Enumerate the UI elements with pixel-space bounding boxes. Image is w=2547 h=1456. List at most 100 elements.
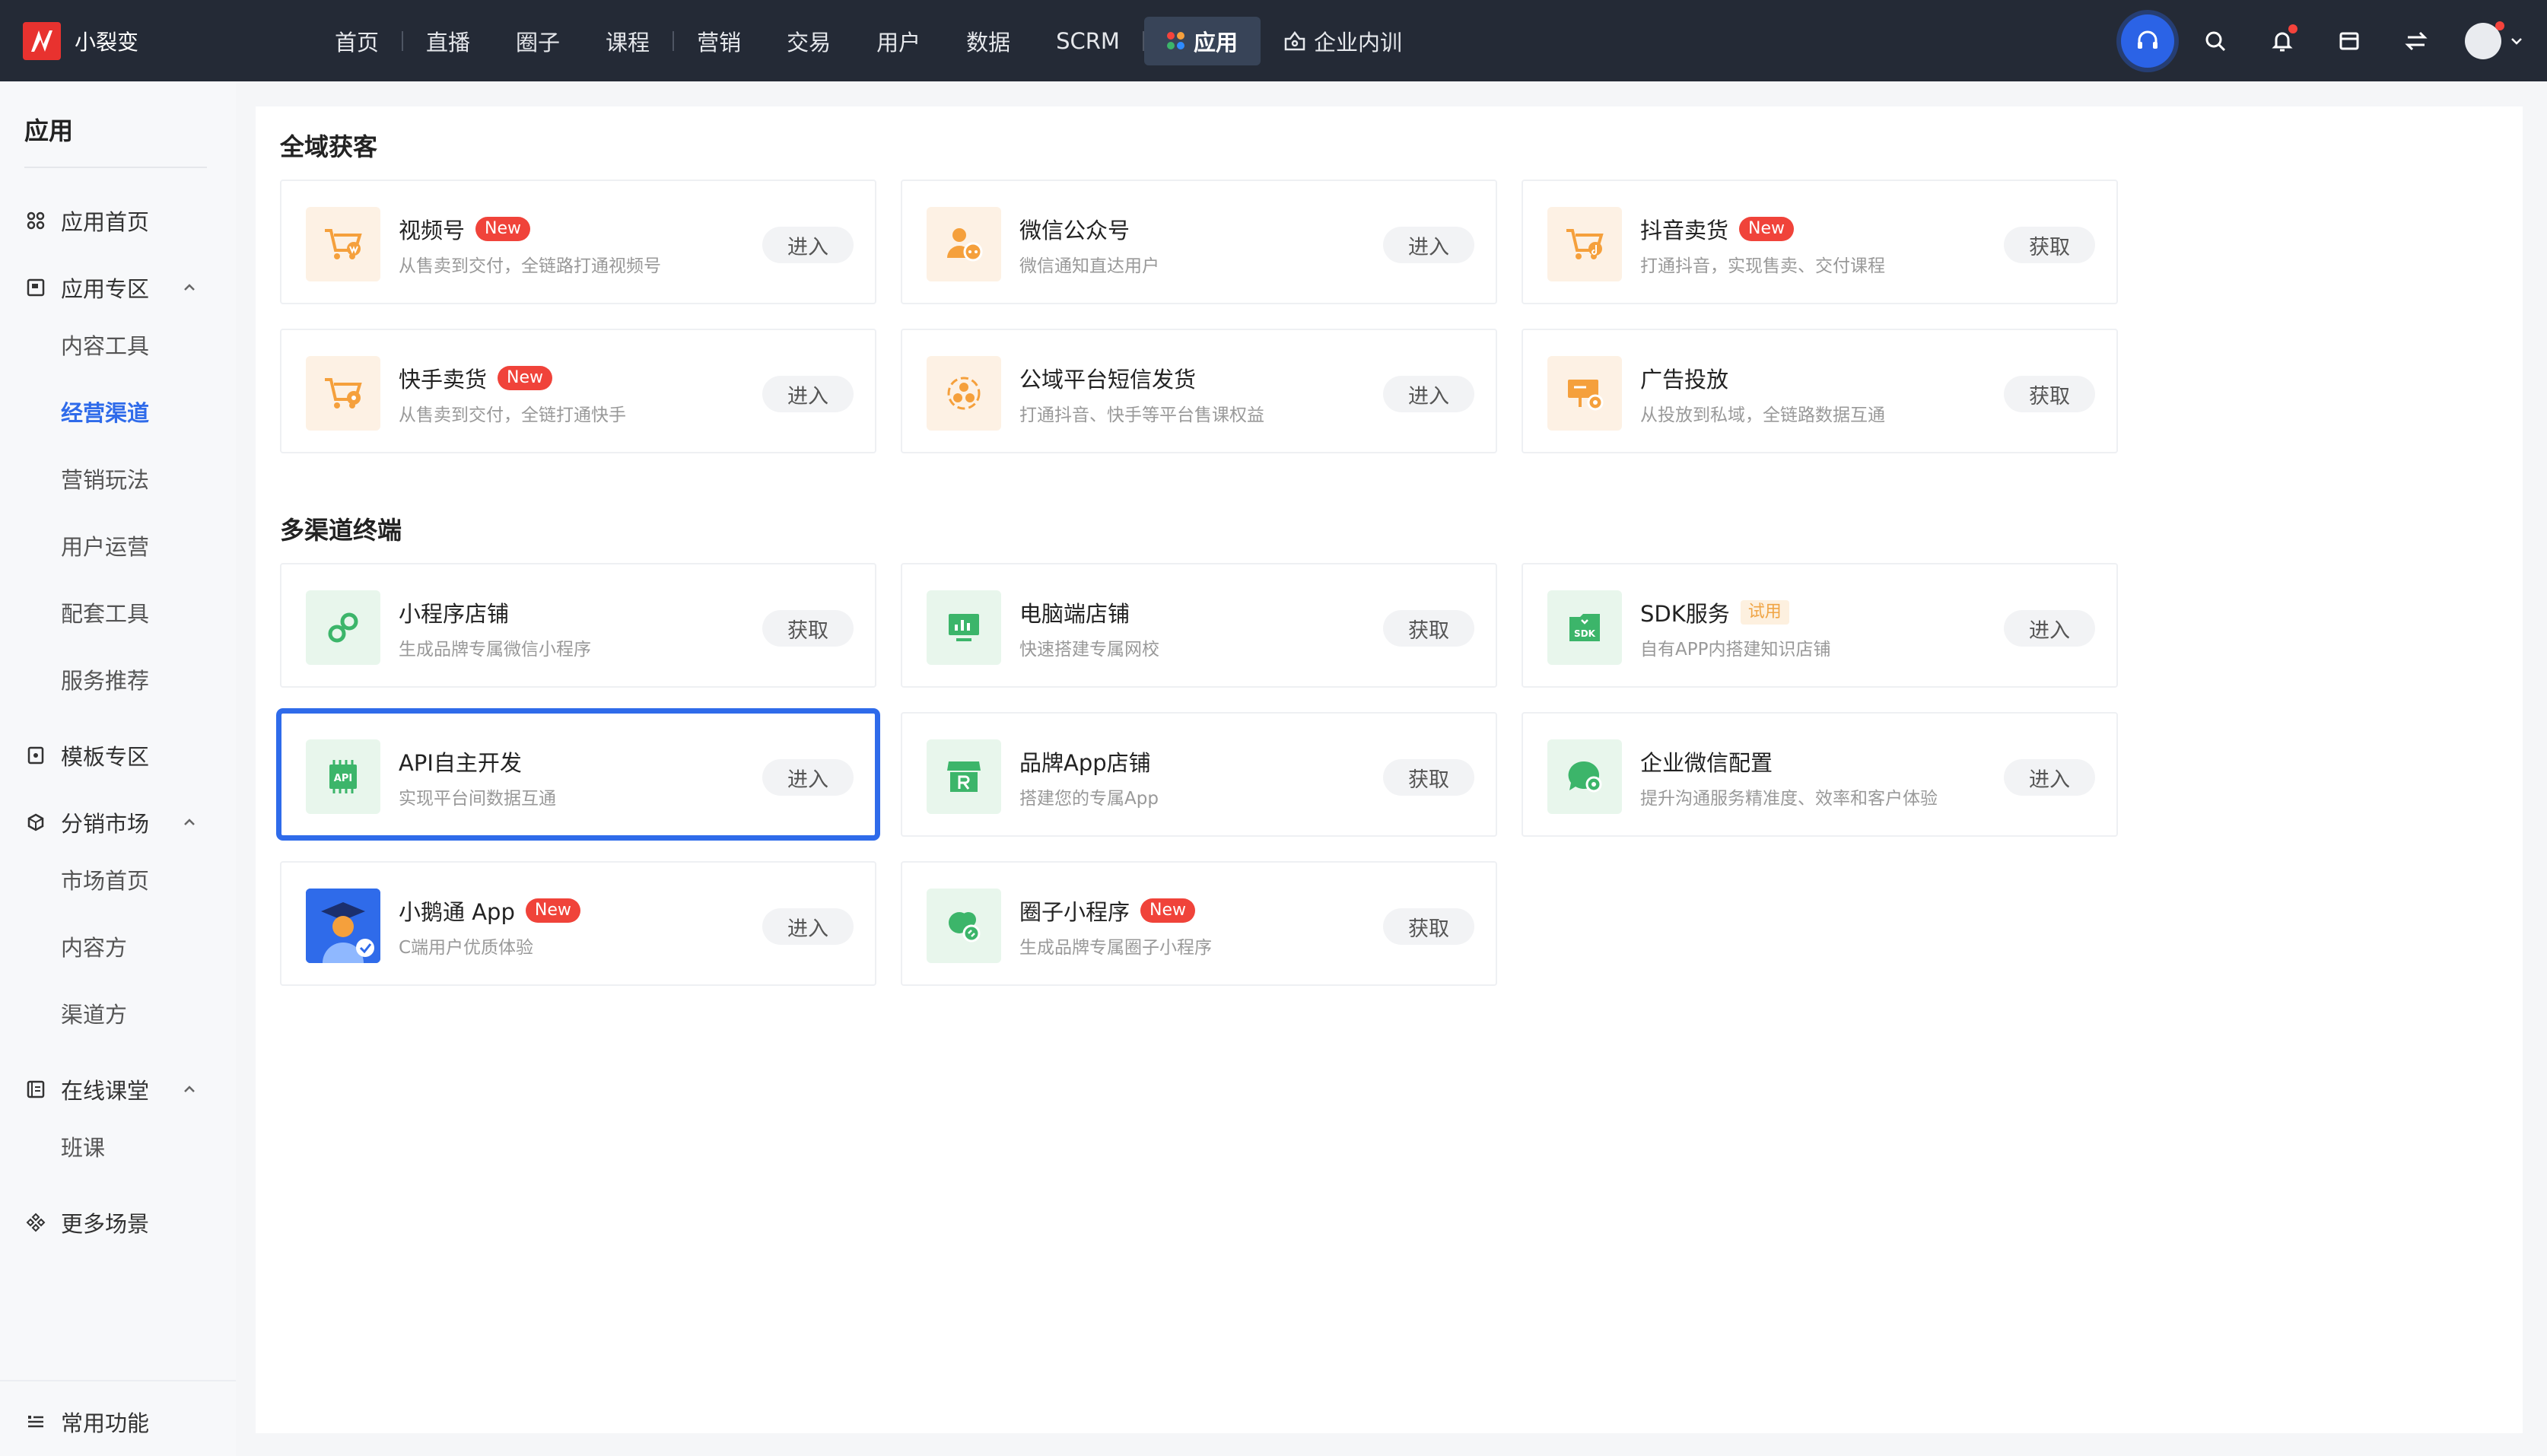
sidebar-sub-marketing-plays[interactable]: 营销玩法 [61, 459, 149, 498]
enter-button[interactable]: 进入 [762, 227, 854, 263]
chevron-up-icon [184, 819, 195, 825]
app-card-wechat-official[interactable]: 微信公众号 微信通知直达用户 进入 [901, 180, 1497, 304]
customer-support-button[interactable] [2121, 14, 2174, 68]
app-card-xiaoetong-app[interactable]: 小鹅通 App New C端用户优质体验 进入 [280, 861, 876, 986]
nav-trade[interactable]: 交易 [764, 17, 854, 65]
enter-button[interactable]: 进入 [762, 759, 854, 796]
app-name-text: 广告投放 [1640, 367, 1729, 393]
app-card-wecom-config[interactable]: 企业微信配置 提升沟通服务精准度、效率和客户体验 进入 [1522, 712, 2118, 837]
sidebar-sub-class[interactable]: 班课 [61, 1127, 105, 1165]
nav-apps[interactable]: 应用 [1143, 16, 1261, 65]
sidebar-sub-content-party[interactable]: 内容方 [61, 927, 127, 965]
shopping-cart-icon [306, 356, 380, 431]
sidebar-sub-channel-party[interactable]: 渠道方 [61, 994, 127, 1032]
sidebar-item-app-zone[interactable]: 应用专区 [24, 269, 195, 307]
search-icon [2205, 31, 2226, 51]
nav-home[interactable]: 首页 [312, 17, 402, 65]
app-card-channels[interactable]: 视频号 New 从售卖到交付，全链路打通视频号 进入 [280, 180, 876, 304]
app-card-mini-program-store[interactable]: 小程序店铺 生成品牌专属微信小程序 获取 [280, 563, 876, 688]
sidebar-sub-user-ops[interactable]: 用户运营 [61, 526, 149, 564]
app-card-douyin[interactable]: 抖音卖货 New 打通抖音，实现售卖、交付课程 获取 [1522, 180, 2118, 304]
shopping-cart-icon [306, 207, 380, 281]
app-name-text: 抖音卖货 [1640, 218, 1729, 243]
app-name: 微信公众号 [1019, 213, 1130, 245]
get-button[interactable]: 获取 [1383, 908, 1474, 945]
sidebar-item-more-scenes[interactable]: 更多场景 [24, 1203, 149, 1241]
training-icon [1284, 30, 1305, 50]
nav-data[interactable]: 数据 [943, 17, 1033, 65]
sidebar-item-label: 在线课堂 [61, 1078, 150, 1104]
sidebar-item-label: 分销市场 [61, 811, 150, 837]
app-description: 微信通知直达用户 [1019, 256, 1159, 276]
api-chip-icon: API [306, 739, 380, 814]
template-icon [24, 744, 47, 767]
notifications-button[interactable] [2256, 15, 2308, 67]
enter-button[interactable]: 进入 [2004, 610, 2095, 647]
get-button[interactable]: 获取 [2004, 376, 2095, 412]
app-card-pc-store[interactable]: 电脑端店铺 快速搭建专属网校 获取 [901, 563, 1497, 688]
app-description: 生成品牌专属微信小程序 [399, 640, 591, 660]
graduate-avatar-icon [306, 889, 380, 963]
list-icon [24, 1410, 47, 1433]
top-navigation-bar: 小裂变 首页 直播 圈子 课程 营销 交易 用户 数据 SCRM 应用 企业内训 [0, 0, 2547, 81]
billboard-icon [1547, 356, 1622, 431]
nav-apps-label: 应用 [1193, 29, 1238, 56]
app-name: 企业微信配置 [1640, 745, 1773, 777]
app-description: 生成品牌专属圈子小程序 [1019, 938, 1212, 958]
nav-course[interactable]: 课程 [583, 17, 673, 65]
monitor-icon [927, 590, 1001, 665]
app-description: 从投放到私域，全链路数据互通 [1640, 405, 1885, 425]
switch-button[interactable] [2390, 15, 2442, 67]
sidebar-sub-content-tools[interactable]: 内容工具 [61, 326, 149, 364]
sidebar-sub-market-home[interactable]: 市场首页 [61, 860, 149, 898]
store-button[interactable] [2323, 15, 2375, 67]
sidebar-item-common-functions[interactable]: 常用功能 [24, 1403, 149, 1441]
app-card-advertising[interactable]: 广告投放 从投放到私域，全链路数据互通 获取 [1522, 329, 2118, 453]
main-panel: 全域获客 视频号 New 从售卖到交付，全链路打通视频号 进入 微信公众号 微信… [256, 106, 2523, 1433]
nav-users[interactable]: 用户 [854, 17, 943, 65]
app-card-kuaishou[interactable]: 快手卖货 New 从售卖到交付，全链打通快手 进入 [280, 329, 876, 453]
app-name: API自主开发 [399, 745, 522, 777]
brand[interactable]: 小裂变 [23, 21, 312, 60]
section-title-terminals: 多渠道终端 [280, 516, 402, 545]
sidebar-sub-channels[interactable]: 经营渠道 [61, 393, 149, 431]
sidebar-sub-support-tools[interactable]: 配套工具 [61, 593, 149, 631]
get-button[interactable]: 获取 [1383, 759, 1474, 796]
get-button[interactable]: 获取 [1383, 610, 1474, 647]
enter-button[interactable]: 进入 [762, 908, 854, 945]
sidebar-item-templates[interactable]: 模板专区 [24, 736, 149, 774]
sidebar-item-online-classroom[interactable]: 在线课堂 [24, 1070, 195, 1108]
user-menu[interactable] [2465, 21, 2524, 59]
avatar-status-dot [2495, 21, 2504, 30]
nav-scrm[interactable]: SCRM [1033, 17, 1143, 65]
app-name: 品牌App店铺 [1019, 745, 1151, 777]
enter-button[interactable]: 进入 [762, 376, 854, 412]
sidebar-item-distribution[interactable]: 分销市场 [24, 803, 195, 841]
get-button[interactable]: 获取 [762, 610, 854, 647]
sidebar-sub-service-recommend[interactable]: 服务推荐 [61, 660, 149, 698]
book-icon [24, 276, 47, 299]
enter-button[interactable]: 进入 [1383, 227, 1474, 263]
section-title-acquisition: 全域获客 [280, 132, 378, 161]
app-name: 视频号 New [399, 213, 531, 245]
nav-marketing[interactable]: 营销 [674, 17, 764, 65]
app-name-text: 公域平台短信发货 [1019, 367, 1197, 393]
enter-button[interactable]: 进入 [1383, 376, 1474, 412]
get-button[interactable]: 获取 [2004, 227, 2095, 263]
sidebar-item-app-home[interactable]: 应用首页 [24, 202, 149, 240]
trial-badge: 试用 [1740, 600, 1789, 625]
nav-circle[interactable]: 圈子 [493, 17, 583, 65]
app-card-api-development[interactable]: API API自主开发 实现平台间数据互通 进入 [280, 712, 876, 837]
enter-button[interactable]: 进入 [2004, 759, 2095, 796]
nav-enterprise-training[interactable]: 企业内训 [1261, 17, 1425, 65]
app-card-sdk-service[interactable]: SDK SDK服务 试用 自有APP内搭建知识店铺 进入 [1522, 563, 2118, 688]
app-card-public-sms[interactable]: 公域平台短信发货 打通抖音、快手等平台售课权益 进入 [901, 329, 1497, 453]
app-description: 从售卖到交付，全链打通快手 [399, 405, 626, 425]
nav-live[interactable]: 直播 [403, 17, 493, 65]
app-description: C端用户优质体验 [399, 938, 534, 958]
search-button[interactable] [2189, 15, 2241, 67]
group-chat-icon [927, 889, 1001, 963]
app-card-circle-mini-program[interactable]: 圈子小程序 New 生成品牌专属圈子小程序 获取 [901, 861, 1497, 986]
app-card-brand-app-store[interactable]: 品牌App店铺 搭建您的专属App 获取 [901, 712, 1497, 837]
notification-dot [2288, 24, 2297, 33]
